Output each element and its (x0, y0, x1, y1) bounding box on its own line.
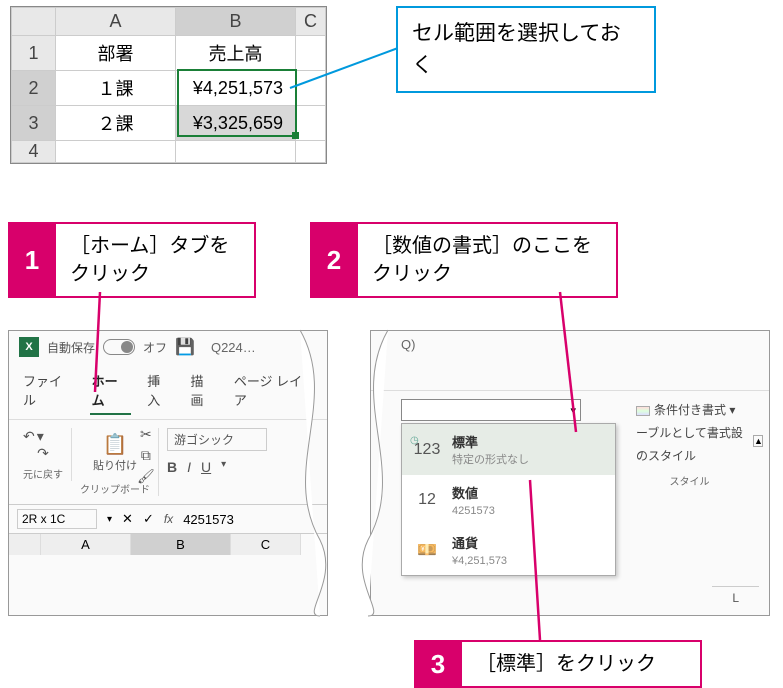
row-header-4[interactable]: 4 (12, 141, 56, 163)
autosave-label: 自動保存 (47, 339, 95, 356)
bold-button[interactable]: B (167, 459, 177, 475)
chevron-down-icon[interactable]: ▾ (221, 459, 226, 475)
step-1-text: ［ホーム］タブをクリック (56, 222, 256, 298)
row-header-3[interactable]: 3 (12, 106, 56, 141)
step-3-text: ［標準］をクリック (462, 640, 702, 688)
corner-cell[interactable] (12, 8, 56, 36)
format-painter-icon[interactable]: 🖌 (137, 468, 155, 485)
ribbon-right-panel: Q) ▾ ◷ 123 標準 特定の形式なし 12 (370, 330, 770, 616)
ribbon-left-panel: X 自動保存 オフ 💾 Q224… ファイル ホーム 挿入 描画 ページ レイア… (8, 330, 328, 616)
cell-b3[interactable]: ¥3,325,659 (176, 106, 296, 141)
step-2-text: ［数値の書式］のここをクリック (358, 222, 618, 298)
col-header-a2[interactable]: A (41, 534, 131, 555)
redo-icon[interactable]: ↷ (37, 445, 49, 461)
cell-c1[interactable] (296, 36, 326, 71)
tab-page-layout[interactable]: ページ レイア (232, 367, 315, 415)
italic-button[interactable]: I (187, 459, 191, 475)
cell-a3[interactable]: ２課 (56, 106, 176, 141)
chevron-down-icon: ▾ (570, 404, 576, 417)
document-name: Q224… (211, 340, 256, 355)
number-format-dropdown[interactable]: ▾ (401, 399, 581, 421)
callout-select-range: セル範囲を選択しておく (396, 6, 656, 93)
col-header-l[interactable]: L (712, 586, 759, 609)
format-option-number[interactable]: 12 数値 4251573 (402, 475, 615, 525)
undo-group-label: 元に戻す (23, 466, 63, 481)
tab-home[interactable]: ホーム (90, 367, 132, 415)
row-header-1[interactable]: 1 (12, 36, 56, 71)
cell-c2[interactable] (296, 71, 326, 106)
col-header-c[interactable]: C (296, 8, 326, 36)
chevron-down-icon[interactable]: ▾ (107, 514, 112, 525)
cell-b4[interactable] (176, 141, 296, 163)
col-header-b[interactable]: B (176, 8, 296, 36)
undo-icon[interactable]: ↶ (23, 428, 35, 445)
styles-group-label: スタイル (636, 473, 743, 492)
tab-file[interactable]: ファイル (21, 367, 76, 415)
step-1-number: 1 (8, 222, 56, 298)
font-name-select[interactable]: 游ゴシック (167, 428, 267, 451)
confirm-icon[interactable]: ✓ (143, 511, 154, 527)
tab-insert[interactable]: 挿入 (145, 367, 174, 415)
scroll-up-icon[interactable]: ▲ (753, 435, 763, 447)
clipboard-icon: 📋 (103, 432, 128, 457)
underline-button[interactable]: U (201, 459, 211, 475)
cell-a1[interactable]: 部署 (56, 36, 176, 71)
col-header-c2[interactable]: C (231, 534, 301, 555)
cell-c3[interactable] (296, 106, 326, 141)
cell-a4[interactable] (56, 141, 176, 163)
format-as-table-button[interactable]: ーブルとして書式設 (636, 422, 743, 445)
step-1: 1 ［ホーム］タブをクリック (8, 222, 256, 298)
autosave-toggle[interactable] (103, 339, 135, 355)
name-box[interactable]: 2R x 1C (17, 509, 97, 529)
chevron-down-icon[interactable]: ▾ (37, 428, 44, 445)
step-3-number: 3 (414, 640, 462, 688)
cell-c4[interactable] (296, 141, 326, 163)
currency-icon: 💴 (412, 540, 442, 560)
number-format-menu: ◷ 123 標準 特定の形式なし 12 数値 4251573 (401, 423, 616, 576)
cut-icon[interactable]: ✂ (137, 426, 155, 443)
format-option-currency[interactable]: 💴 通貨 ¥4,251,573 (402, 525, 615, 575)
cell-b1[interactable]: 売上高 (176, 36, 296, 71)
tab-draw[interactable]: 描画 (189, 367, 218, 415)
step-3: 3 ［標準］をクリック (414, 640, 702, 688)
select-all-corner[interactable] (9, 534, 41, 555)
copy-icon[interactable]: ⧉ (137, 447, 155, 464)
row-header-2[interactable]: 2 (12, 71, 56, 106)
search-hint[interactable]: Q) (401, 337, 415, 352)
format-option-standard[interactable]: ◷ 123 標準 特定の形式なし (402, 424, 615, 475)
step-2: 2 ［数値の書式］のここをクリック (310, 222, 618, 298)
fx-icon[interactable]: fx (164, 512, 173, 526)
step-2-number: 2 (310, 222, 358, 298)
cancel-icon[interactable]: ✕ (122, 511, 133, 527)
excel-app-icon: X (19, 337, 39, 357)
cell-styles-button[interactable]: のスタイル (636, 445, 743, 468)
cell-b2[interactable]: ¥4,251,573 (176, 71, 296, 106)
spreadsheet-preview: A B C 1 部署 売上高 2 １課 ¥4,251,573 3 ２課 ¥3,3… (10, 6, 327, 164)
save-icon[interactable]: 💾 (175, 337, 195, 357)
cell-a2[interactable]: １課 (56, 71, 176, 106)
autosave-state: オフ (143, 339, 167, 356)
col-header-b2[interactable]: B (131, 534, 231, 555)
formula-bar[interactable]: 4251573 (183, 512, 234, 527)
conditional-formatting-button[interactable]: 条件付き書式 ▾ (636, 399, 743, 422)
col-header-a[interactable]: A (56, 8, 176, 36)
clock-icon: ◷ (410, 435, 419, 446)
